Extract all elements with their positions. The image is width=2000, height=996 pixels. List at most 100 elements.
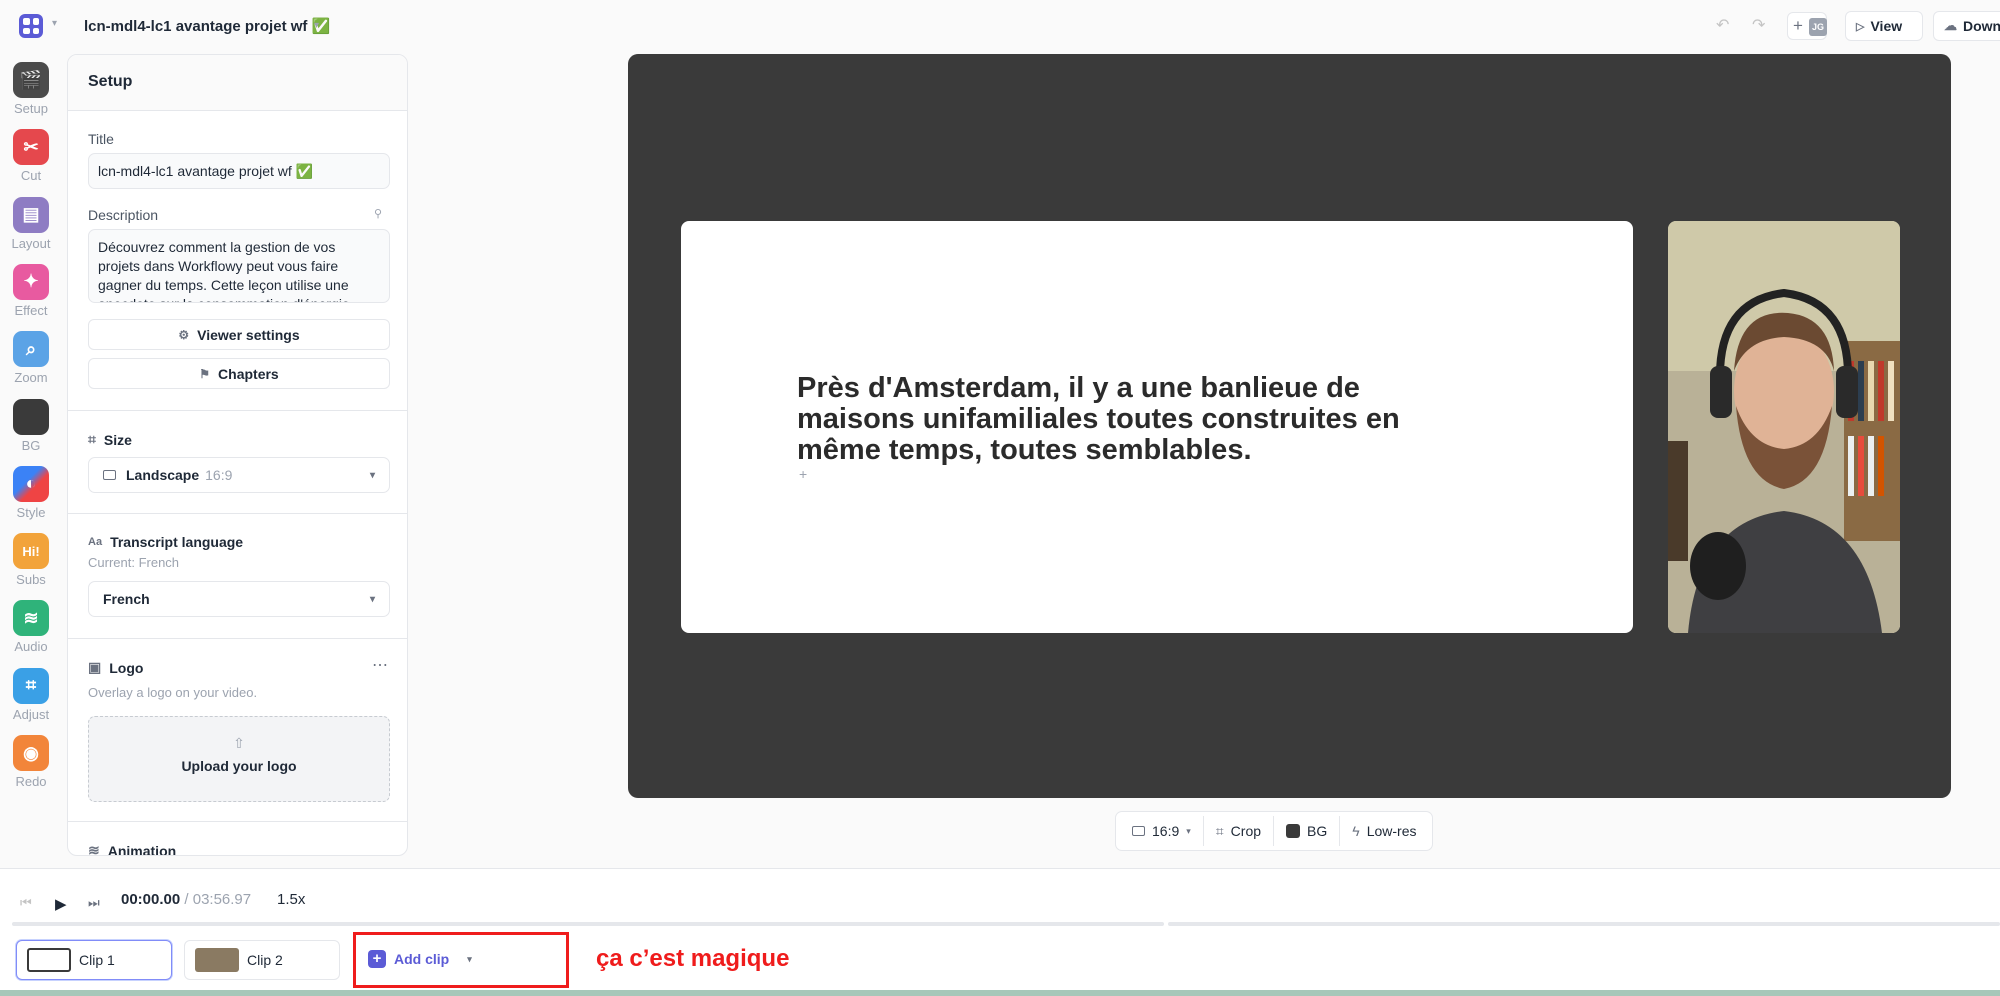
chevron-down-icon: ▾: [369, 593, 375, 605]
clip-item[interactable]: Clip 1: [16, 940, 172, 980]
clip-item[interactable]: Clip 2: [184, 940, 340, 980]
bookmark-icon: ⚑: [199, 366, 211, 381]
chevron-down-icon: ▾: [1186, 825, 1191, 836]
rail-item-audio[interactable]: ≋ Audio: [0, 600, 62, 654]
chevron-down-icon: ▾: [369, 469, 375, 481]
rail-item-style[interactable]: ◐ Style: [0, 465, 62, 520]
pin-icon[interactable]: ⚲: [374, 207, 382, 220]
transcript-language-select[interactable]: French ▾: [88, 581, 390, 617]
scissors-icon: ✂: [13, 129, 49, 166]
rail-label: Setup: [14, 101, 48, 116]
viewer-settings-button[interactable]: ⚙ Viewer settings: [88, 319, 390, 350]
crop-icon: ⌗: [13, 667, 49, 704]
plus-icon: +: [1793, 16, 1803, 35]
lightning-icon: ϟ: [1352, 823, 1360, 839]
rail-item-redo[interactable]: ◉ Redo: [0, 735, 62, 789]
style-icon: ◐: [13, 465, 49, 502]
crop-icon: ⌗: [1215, 822, 1224, 839]
app-logo[interactable]: [19, 14, 43, 38]
cloud-download-icon: ☁: [1944, 18, 1957, 33]
more-options-icon[interactable]: ⋯: [372, 655, 388, 675]
add-clip-button[interactable]: + Add clip ▾: [368, 950, 472, 968]
title-label: Title: [88, 131, 114, 147]
chevron-down-icon[interactable]: ▾: [314, 20, 319, 31]
skip-forward-icon[interactable]: ⏭: [88, 895, 100, 911]
timeline-scrubber[interactable]: [1168, 922, 2000, 926]
description-label: Description: [88, 207, 159, 223]
camera-icon: ◉: [13, 735, 49, 771]
setup-panel: Setup Title lcn-mdl4-lc1 avantage projet…: [67, 54, 408, 856]
rail-label: Layout: [11, 235, 51, 251]
rail-label: Adjust: [12, 706, 50, 722]
slide-text[interactable]: Près d'Amsterdam, il y a une banlieue de…: [797, 373, 1437, 466]
background-button[interactable]: BG: [1274, 816, 1341, 846]
frame-icon: ⌗: [88, 431, 96, 447]
project-title[interactable]: lcn-mdl4-lc1 avantage projet wf ✅: [84, 17, 330, 35]
title-input[interactable]: lcn-mdl4-lc1 avantage projet wf ✅: [88, 153, 390, 189]
logo-subtitle: Overlay a logo on your video.: [88, 685, 258, 700]
rail-label: Subs: [16, 572, 46, 588]
view-button[interactable]: ▷ View: [1845, 11, 1923, 41]
rail-item-subs[interactable]: Hi! Subs: [0, 533, 62, 587]
transcript-heading: Aa Transcript language: [88, 534, 244, 550]
download-button[interactable]: ☁ Down: [1933, 11, 2000, 41]
undo-icon[interactable]: ↶: [1716, 15, 1729, 35]
layout-icon: ▤: [13, 196, 49, 233]
play-button[interactable]: ▶: [55, 895, 67, 913]
redo-icon[interactable]: ↷: [1752, 15, 1765, 35]
size-heading: ⌗ Size: [88, 431, 132, 448]
sliders-icon: ⚙: [178, 327, 190, 342]
timeline-scrubber[interactable]: [12, 922, 1164, 926]
animation-icon: ≋: [88, 842, 100, 856]
logo-heading: ▣ Logo: [88, 659, 144, 676]
rail-label: BG: [21, 437, 41, 453]
playback-speed[interactable]: 1.5x: [277, 891, 305, 908]
background-swatch: [1286, 824, 1301, 838]
rail-item-zoom[interactable]: ⌕ Zoom: [0, 331, 62, 385]
clip-thumbnail: [27, 948, 71, 972]
panel-heading: Setup: [68, 55, 407, 111]
annotation-text: ça c’est magique: [596, 945, 790, 972]
rail-item-adjust[interactable]: ⌗ Adjust: [0, 667, 62, 722]
divider: [68, 638, 407, 639]
rail-item-cut[interactable]: ✂ Cut: [0, 129, 62, 183]
subtitles-icon: Hi!: [13, 533, 49, 570]
crop-button[interactable]: ⌗ Crop: [1204, 816, 1275, 846]
current-time: 00:00.00: [121, 891, 181, 908]
skip-back-icon[interactable]: ⏮: [20, 895, 32, 911]
rail-label: Redo: [15, 774, 47, 789]
rail-label: Cut: [20, 168, 42, 184]
rail-item-setup[interactable]: 🎬 Setup: [0, 62, 62, 116]
divider: [68, 821, 407, 822]
frame-icon: [1132, 826, 1145, 836]
description-textarea[interactable]: Découvrez comment la gestion de vos proj…: [88, 229, 390, 303]
magic-wand-icon: ✦: [13, 263, 49, 300]
chevron-down-icon[interactable]: ▾: [52, 18, 57, 29]
canvas-toolbar: 16:9 ▾ ⌗ Crop BG ϟ Low-res: [1115, 811, 1434, 851]
rail-item-layout[interactable]: ▤ Layout: [0, 196, 62, 251]
play-icon: ▷: [1856, 20, 1865, 33]
time-display: 00:00.00 / 03:56.97: [121, 891, 251, 908]
rail-item-effect[interactable]: ✦ Effect: [0, 263, 62, 318]
total-time: / 03:56.97: [184, 891, 252, 908]
chapters-button[interactable]: ⚑ Chapters: [88, 358, 390, 389]
animation-heading: ≋ Animation: [88, 842, 176, 856]
aspect-ratio-button[interactable]: 16:9 ▾: [1120, 816, 1204, 846]
low-res-button[interactable]: ϟ Low-res: [1340, 816, 1428, 846]
magnifier-icon: ⌕: [13, 331, 49, 368]
rail-label: Effect: [14, 302, 48, 318]
divider: [68, 410, 407, 411]
webcam-overlay[interactable]: [1668, 221, 1900, 633]
rail-label: Zoom: [14, 370, 48, 386]
add-element-icon[interactable]: +: [799, 466, 807, 482]
chevron-down-icon: ▾: [467, 953, 472, 964]
collaborators-button[interactable]: + JG: [1787, 12, 1827, 40]
bottom-strip: [0, 990, 2000, 996]
avatar: JG: [1809, 18, 1827, 36]
rail-item-bg[interactable]: BG: [0, 398, 62, 453]
timeline: ⏮ ▶ ⏭ 00:00.00 / 03:56.97 1.5x Clip 1 Cl…: [0, 868, 2000, 996]
logo-upload-dropzone[interactable]: ⇧ Upload your logo: [88, 716, 390, 802]
size-select[interactable]: Landscape 16:9 ▾: [88, 457, 390, 493]
rail-label: Audio: [14, 639, 48, 655]
slide[interactable]: Près d'Amsterdam, il y a une banlieue de…: [681, 221, 1633, 633]
